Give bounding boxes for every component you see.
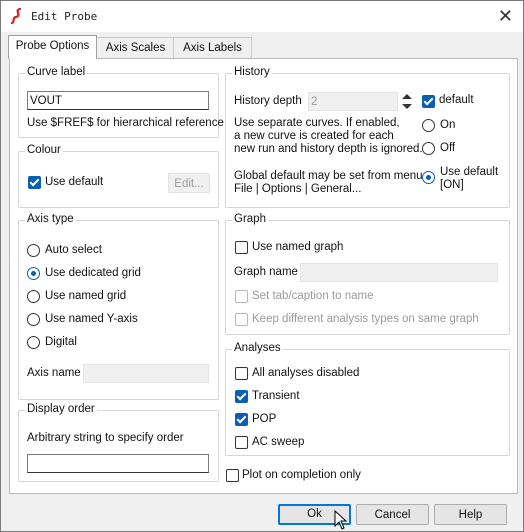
mouse-cursor-icon: [334, 510, 348, 530]
axis-digital-label: Digital: [45, 336, 77, 348]
analyses-transient-checkbox[interactable]: [235, 390, 248, 403]
colour-edit-button[interactable]: Edit...: [168, 173, 210, 193]
app-logo-icon: [10, 8, 22, 24]
tab-axis-labels[interactable]: Axis Labels: [173, 37, 252, 58]
axis-auto-select-radio[interactable]: [27, 244, 40, 257]
history-use-default-radio[interactable]: [422, 171, 435, 184]
help-button[interactable]: Help: [434, 504, 507, 525]
axis-auto-select-label: Auto select: [45, 244, 102, 256]
history-title: History: [232, 66, 272, 78]
probe-options-panel: Curve label VOUT Use $FREF$ for hierarch…: [9, 58, 518, 494]
display-order-group: Display order Arbitrary string to specif…: [18, 403, 219, 482]
curve-label-title: Curve label: [25, 66, 88, 78]
set-tab-caption-checkbox[interactable]: [235, 290, 248, 303]
close-icon[interactable]: ✕: [498, 7, 513, 25]
history-global-text-2: File | Options | General...: [234, 183, 362, 195]
history-group: History History depth 2 default Use sepa…: [225, 66, 510, 208]
tab-probe-options[interactable]: Probe Options: [8, 35, 97, 59]
use-named-graph-label: Use named graph: [252, 241, 344, 253]
curve-label-group: Curve label VOUT Use $FREF$ for hierarch…: [18, 66, 224, 138]
history-depth-label: History depth: [234, 95, 302, 107]
axis-name-label: Axis name: [27, 367, 81, 379]
axis-name-input[interactable]: [83, 364, 209, 383]
colour-group: Colour Use default Edit...: [18, 144, 219, 208]
tab-axis-scales[interactable]: Axis Scales: [96, 37, 175, 58]
history-depth-spinner-icon[interactable]: [401, 92, 413, 111]
keep-different-analysis-checkbox[interactable]: [235, 313, 248, 326]
history-off-label: Off: [440, 142, 456, 154]
curve-label-input[interactable]: VOUT: [27, 91, 209, 110]
analyses-ac-sweep-label: AC sweep: [252, 436, 305, 448]
history-default-checkbox[interactable]: [422, 95, 435, 108]
colour-title: Colour: [25, 144, 63, 156]
axis-named-y-axis-label: Use named Y-axis: [45, 313, 138, 325]
colour-use-default-checkbox[interactable]: [28, 176, 41, 189]
graph-name-input[interactable]: [300, 263, 498, 282]
history-default-label: default: [439, 94, 474, 106]
analyses-title: Analyses: [232, 342, 283, 354]
history-separate-text-1: Use separate curves. If enabled,: [234, 117, 400, 129]
history-global-text-1: Global default may be set from menu: [234, 170, 423, 182]
window-title: Edit Probe: [31, 10, 98, 23]
history-use-default-label-1: Use default: [440, 166, 499, 178]
display-order-input[interactable]: [27, 454, 209, 473]
colour-use-default-label: Use default: [45, 176, 104, 188]
display-order-title: Display order: [25, 403, 97, 415]
history-on-radio[interactable]: [422, 119, 435, 132]
graph-name-label: Graph name: [234, 266, 298, 278]
history-separate-text-3: new run and history depth is ignored.: [234, 143, 423, 155]
keep-different-analysis-label: Keep different analysis types on same gr…: [252, 313, 479, 325]
use-named-graph-checkbox[interactable]: [235, 241, 248, 254]
history-on-label: On: [440, 119, 456, 131]
history-off-radio[interactable]: [422, 142, 435, 155]
set-tab-caption-label: Set tab/caption to name: [252, 290, 374, 302]
analyses-transient-label: Transient: [252, 390, 300, 402]
edit-probe-dialog: Edit Probe ✕ Probe Options Axis Scales A…: [0, 0, 524, 532]
curve-label-hint: Use $FREF$ for hierarchical reference: [27, 117, 224, 129]
axis-named-grid-label: Use named grid: [45, 290, 127, 302]
history-separate-text-2: a new curve is created for each: [234, 130, 394, 142]
analyses-pop-label: POP: [252, 413, 277, 425]
axis-type-title: Axis type: [25, 213, 76, 225]
display-order-description: Arbitrary string to specify order: [27, 432, 184, 444]
plot-on-completion-label: Plot on completion only: [242, 469, 361, 481]
graph-group: Graph Use named graph Graph name Set tab…: [225, 213, 510, 335]
analyses-all-disabled-checkbox[interactable]: [235, 367, 248, 380]
axis-dedicated-grid-label: Use dedicated grid: [45, 267, 141, 279]
history-use-default-label-2: [ON]: [440, 179, 464, 191]
analyses-pop-checkbox[interactable]: [235, 413, 248, 426]
analyses-group: Analyses All analyses disabled Transient…: [225, 342, 510, 456]
axis-dedicated-grid-radio[interactable]: [27, 267, 40, 280]
axis-type-group: Axis type Auto select Use dedicated grid…: [18, 213, 219, 400]
title-bar: Edit Probe ✕: [1, 1, 523, 32]
plot-on-completion-checkbox[interactable]: [226, 469, 239, 482]
history-depth-input[interactable]: 2: [308, 92, 398, 111]
graph-title: Graph: [232, 213, 268, 225]
axis-named-grid-radio[interactable]: [27, 290, 40, 303]
cancel-button[interactable]: Cancel: [356, 504, 429, 525]
analyses-ac-sweep-checkbox[interactable]: [235, 436, 248, 449]
axis-named-y-axis-radio[interactable]: [27, 313, 40, 326]
analyses-all-disabled-label: All analyses disabled: [252, 367, 360, 379]
axis-digital-radio[interactable]: [27, 336, 40, 349]
